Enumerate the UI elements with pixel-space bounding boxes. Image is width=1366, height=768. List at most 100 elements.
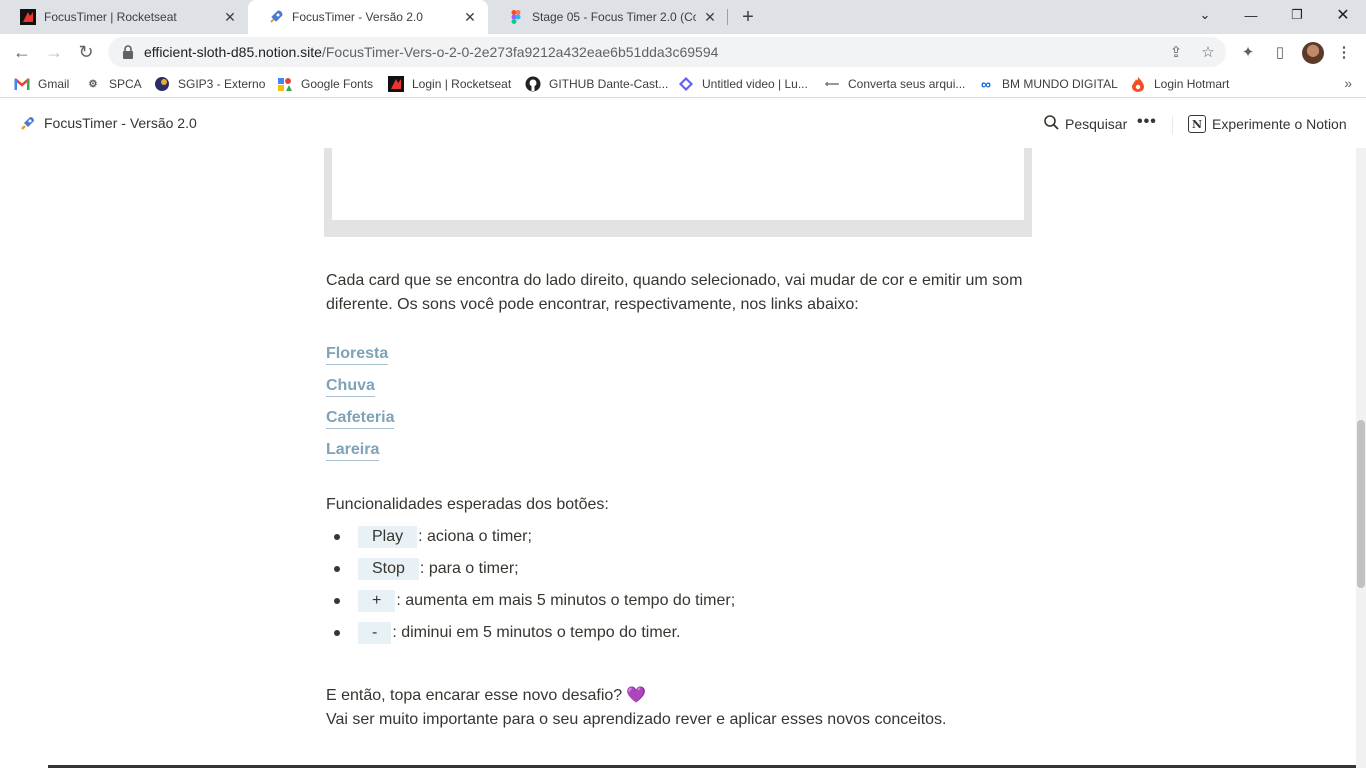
more-bookmarks-button[interactable]: » [1344,75,1352,91]
bookmark-google-fonts[interactable]: Google Fonts [277,75,373,93]
tab-stage05-figma[interactable]: Stage 05 - Focus Timer 2.0 (Copy ✕ [488,0,728,34]
restore-button[interactable]: ❐ [1274,0,1320,30]
bookmark-label: Converta seus arqui... [848,77,966,91]
link-lareira[interactable]: Lareira [326,440,380,461]
inline-code: Stop [358,558,419,580]
list-item: + : aumenta em mais 5 minutos o tempo do… [330,589,735,613]
try-notion-button[interactable]: N Experimente o Notion [1188,115,1347,133]
minimize-button[interactable]: — [1228,0,1274,30]
intro-line-1: Cada card que se encontra do lado direit… [326,272,1023,289]
share-icon[interactable]: ⇪ [1162,38,1190,66]
sgip-icon [154,76,170,92]
inline-code: + [358,590,396,612]
bookmark-label: Google Fonts [301,77,374,91]
important-line: Vai ser muito importante para o seu apre… [326,711,947,728]
github-icon [525,76,541,92]
rocket-icon [268,9,284,25]
header-divider [1172,116,1173,134]
close-tab-icon[interactable]: ✕ [702,9,718,25]
bookmark-login-rocketseat[interactable]: Login | Rocketseat [388,75,511,93]
bookmark-hotmart[interactable]: Login Hotmart [1130,75,1229,93]
url-host: efficient-sloth-d85.notion.site [144,44,322,60]
more-options-icon[interactable]: ••• [1137,113,1157,131]
bookmark-sgip3[interactable]: SGIP3 - Externo [154,75,265,93]
tab-title: FocusTimer - Versão 2.0 [292,10,423,24]
forward-button[interactable]: → [40,38,68,66]
profile-avatar[interactable] [1302,42,1324,64]
bookmark-github[interactable]: GITHUB Dante-Cast... [525,75,668,93]
bookmark-label: SGIP3 - Externo [178,77,266,91]
meta-icon: ∞ [981,76,991,92]
link-cafeteria[interactable]: Cafeteria [326,408,395,429]
bullet-dot [334,598,340,604]
tab-focustimer-notion[interactable]: FocusTimer - Versão 2.0 ✕ [248,0,488,34]
image-frame [332,148,1024,220]
bookmark-loom[interactable]: Untitled video | Lu... [678,75,808,93]
intro-paragraph: Cada card que se encontra do lado direit… [326,269,1036,317]
search-button[interactable]: Pesquisar [1044,115,1127,133]
bookmark-spca[interactable]: ⚙ SPCA [85,75,142,93]
bullet-dot [334,534,340,540]
tab-focustimer-rocketseat[interactable]: FocusTimer | Rocketseat ✕ [0,0,248,34]
bookmark-converta[interactable]: ⟵ Converta seus arqui... [824,75,966,93]
challenge-paragraph: E então, topa encarar esse novo desafio?… [326,684,1036,732]
search-label: Pesquisar [1065,116,1128,132]
rocket-icon [20,115,36,131]
bookmark-label: Login Hotmart [1154,77,1230,91]
list-item: Play : aciona o timer; [330,525,532,549]
bookmark-label: Untitled video | Lu... [702,77,808,91]
tab-divider [727,9,728,25]
page-breadcrumb[interactable]: FocusTimer - Versão 2.0 [20,115,197,131]
bookmark-label: Login | Rocketseat [412,77,512,91]
menu-kebab-icon[interactable]: ⋮ [1330,38,1358,66]
side-panel-icon[interactable]: ▯ [1266,38,1294,66]
tab-title: FocusTimer | Rocketseat [44,10,177,24]
link-floresta[interactable]: Floresta [326,344,389,365]
bookmarks-bar: Gmail ⚙ SPCA SGIP3 - Externo Google Font… [0,70,1366,98]
intro-line-2: diferente. Os sons você pode encontrar, … [326,296,859,313]
reload-button[interactable]: ↻ [72,38,100,66]
bullet-dot [334,630,340,636]
bookmark-label: SPCA [109,77,142,91]
convert-icon: ⟵ [824,78,840,90]
close-window-button[interactable]: ✕ [1320,0,1366,30]
bookmark-label: GITHUB Dante-Cast... [549,77,669,91]
notion-topbar: FocusTimer - Versão 2.0 Pesquisar ••• N … [0,100,1366,148]
browser-toolbar: ← → ↻ efficient-sloth-d85.notion.site/Fo… [0,34,1366,70]
figma-icon [508,9,524,25]
bookmark-gmail[interactable]: Gmail [14,75,69,93]
page-content: Cada card que se encontra do lado direit… [0,148,1356,768]
list-item: Stop : para o timer; [330,557,519,581]
challenge-line: E então, topa encarar esse novo desafio?… [326,684,1036,708]
new-tab-button[interactable]: + [736,5,760,29]
address-bar[interactable]: efficient-sloth-d85.notion.site/FocusTim… [108,37,1226,67]
tab-strip: FocusTimer | Rocketseat ✕ FocusTimer - V… [0,0,1366,34]
extensions-icon[interactable]: ✦ [1234,38,1262,66]
challenge-text: E então, topa encarar esse novo desafio? [326,687,623,704]
list-item-text: : para o timer; [419,560,519,577]
tab-title: Stage 05 - Focus Timer 2.0 (Copy [532,10,696,24]
list-item-text: : diminui em 5 minutos o tempo do timer. [392,624,681,641]
bookmark-label: Gmail [38,77,70,91]
link-chuva[interactable]: Chuva [326,376,375,397]
page-scrollbar[interactable] [1356,148,1366,768]
close-tab-icon[interactable]: ✕ [462,9,478,25]
inline-code: - [358,622,392,644]
gmail-icon [14,76,30,92]
scrollbar-thumb[interactable] [1357,420,1365,588]
purple-heart-icon: 💜 [626,687,647,704]
close-tab-icon[interactable]: ✕ [222,9,238,25]
page-title: FocusTimer - Versão 2.0 [44,115,197,131]
list-item-text: : aciona o timer; [418,528,532,545]
search-icon [1044,115,1059,133]
rocketseat-icon [388,76,404,92]
functions-heading: Funcionalidades esperadas dos botões: [326,496,609,513]
tab-search-icon[interactable]: ⌄ [1182,0,1228,30]
inline-code: Play [358,526,418,548]
try-notion-label: Experimente o Notion [1212,116,1347,132]
bookmark-bm-mundo-digital[interactable]: ∞ BM MUNDO DIGITAL [978,75,1118,93]
back-button[interactable]: ← [8,38,36,66]
bookmark-star-icon[interactable]: ☆ [1194,38,1222,66]
rocketseat-icon [20,9,36,25]
embedded-image [324,148,1032,237]
